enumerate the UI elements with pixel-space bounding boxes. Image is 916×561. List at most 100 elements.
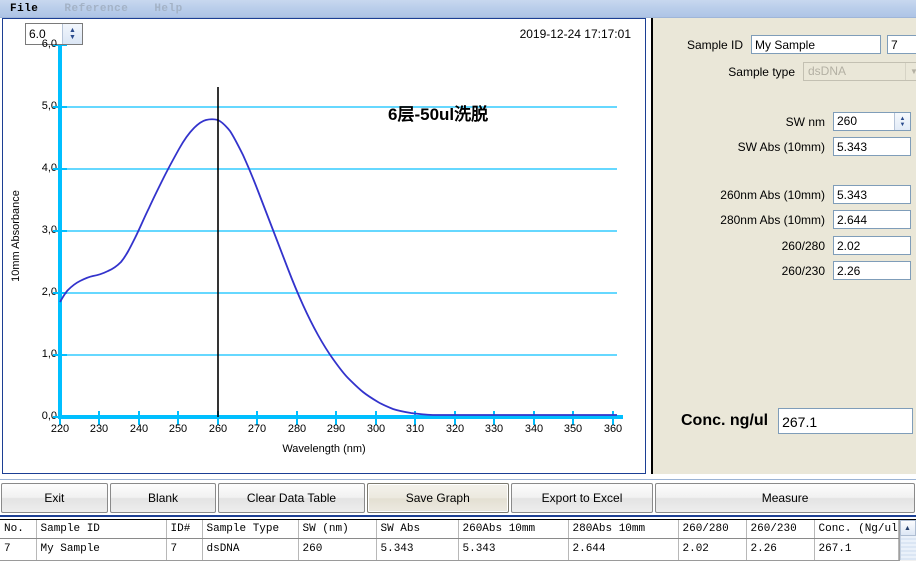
concentration-value[interactable]: 267.1 [778,408,914,434]
table-header-row: No. Sample ID ID# Sample Type SW (nm) SW… [0,520,899,539]
col-header-sw-nm[interactable]: SW (nm) [298,520,377,539]
cell-260abs: 5.343 [458,538,569,561]
x-tick-310: 310 [405,423,425,435]
sample-type-select[interactable]: dsDNA ▼ [803,62,916,81]
x-tick-250: 250 [168,423,188,435]
export-to-excel-button[interactable]: Export to Excel [510,482,654,513]
ratio-260-230-row: 260/230 2.26 [665,261,911,280]
col-header-conc[interactable]: Conc. (Ng/ul) [814,520,899,539]
spectrum-plot-svg [53,45,623,425]
spinner-up-icon[interactable]: ▲ [69,27,76,34]
results-data-table: No. Sample ID ID# Sample Type SW (nm) SW… [0,519,916,561]
x-axis-label: Wavelength (nm) [282,443,366,455]
y-scale-spinner-buttons[interactable]: ▲ ▼ [62,24,82,44]
x-tick-240: 240 [129,423,149,435]
cell-sw-abs: 5.343 [376,538,459,561]
sample-id-row: Sample ID My Sample 7 [665,35,916,54]
cell-sample-id: My Sample [36,538,167,561]
cell-sample-type: dsDNA [202,538,299,561]
y-axis-label: 10mm Absorbance [10,190,22,282]
sw-nm-value: 260 [837,114,858,128]
exit-button[interactable]: Exit [1,482,108,513]
action-button-bar: Exit Blank Clear Data Table Save Graph E… [0,479,916,517]
main-content-area: ▲ ▼ 2019-12-24 17:17:01 6,0 5,0 4,0 3,0 … [0,18,916,477]
cell-conc: 267.1 [814,538,899,561]
x-tick-360: 360 [603,423,623,435]
x-axis-tick-labels: 220 230 240 250 260 270 280 290 300 310 … [51,423,622,439]
cell-260-280: 2.02 [678,538,747,561]
spinner-down-icon[interactable]: ▼ [69,34,76,41]
sample-type-label: Sample type [728,64,795,79]
sample-results-panel: Sample ID My Sample 7 Sample type dsDNA … [651,18,916,474]
abs260-row: 260nm Abs (10mm) 5.343 [665,185,911,204]
save-graph-button[interactable]: Save Graph [366,482,509,513]
col-header-sw-abs[interactable]: SW Abs [376,520,459,539]
chevron-down-icon[interactable]: ▼ [905,63,916,80]
x-tick-300: 300 [366,423,386,435]
col-header-280abs[interactable]: 280Abs 10mm [568,520,679,539]
ratio-260-230-value[interactable]: 2.26 [833,261,911,280]
concentration-row: Conc. ng/ul 267.1 [681,408,914,434]
x-tick-260: 260 [208,423,228,435]
ratio-260-280-value[interactable]: 2.02 [833,236,911,255]
measurement-timestamp: 2019-12-24 17:17:01 [519,27,631,41]
menu-bar: File Reference Help [0,0,916,18]
sample-type-value: dsDNA [808,64,847,78]
sw-nm-spinner-buttons[interactable]: ▲ ▼ [894,113,910,130]
sample-type-row: Sample type dsDNA ▼ [665,62,916,81]
sw-nm-row: SW nm 260 ▲ ▼ [665,112,911,131]
x-tick-320: 320 [445,423,465,435]
scrollbar-thumb[interactable] [899,536,916,560]
x-tick-230: 230 [89,423,109,435]
ratio-260-230-label: 260/230 [781,263,825,278]
abs280-row: 280nm Abs (10mm) 2.644 [665,210,911,229]
sw-abs-value[interactable]: 5.343 [833,137,911,156]
col-header-id-num[interactable]: ID# [166,520,203,539]
scroll-up-icon[interactable]: ▲ [899,520,916,536]
col-header-no[interactable]: No. [0,520,37,539]
cell-sw-nm: 260 [298,538,377,561]
abs280-label: 280nm Abs (10mm) [720,212,825,227]
abs260-value[interactable]: 5.343 [833,185,911,204]
ratio-260-280-label: 260/280 [781,238,825,253]
col-header-260-230[interactable]: 260/230 [746,520,815,539]
blank-button[interactable]: Blank [109,482,217,513]
col-header-sample-type[interactable]: Sample Type [202,520,299,539]
x-tick-340: 340 [524,423,544,435]
clear-data-table-button[interactable]: Clear Data Table [218,482,365,513]
cell-260-230: 2.26 [746,538,815,561]
absorbance-curve [59,118,617,416]
cell-280abs: 2.644 [568,538,679,561]
plot-area: 6,0 5,0 4,0 3,0 2,0 1,0 0,0 6层-50ul洗脱 10… [3,38,645,473]
chart-title: 6层-50ul洗脱 [388,105,489,124]
measure-button[interactable]: Measure [655,482,915,513]
sw-abs-label: SW Abs (10mm) [737,139,825,154]
abs280-value[interactable]: 2.644 [833,210,911,229]
concentration-label: Conc. ng/ul [681,412,769,429]
table-vertical-scrollbar[interactable]: ▲ [898,520,916,561]
spinner-down-icon[interactable]: ▼ [900,122,906,128]
grid-lines [59,106,617,356]
menu-item-file[interactable]: File [10,3,38,15]
x-tick-220: 220 [50,423,70,435]
cell-id-num: 7 [166,538,203,561]
sample-id-label: Sample ID [686,37,743,52]
col-header-sample-id[interactable]: Sample ID [36,520,167,539]
col-header-260abs[interactable]: 260Abs 10mm [458,520,569,539]
col-header-260-280[interactable]: 260/280 [678,520,747,539]
sample-id-input[interactable]: My Sample [751,35,881,54]
sw-nm-spinner[interactable]: 260 ▲ ▼ [833,112,911,131]
ratio-260-280-row: 260/280 2.02 [665,236,911,255]
x-tick-270: 270 [247,423,267,435]
cell-no: 7 [0,538,37,561]
abs260-label: 260nm Abs (10mm) [720,187,825,202]
menu-item-reference[interactable]: Reference [64,3,128,15]
menu-item-help[interactable]: Help [154,3,182,15]
sample-number-input[interactable]: 7 [887,35,916,54]
table-row[interactable]: 7 My Sample 7 dsDNA 260 5.343 5.343 2.64… [0,538,899,561]
application-window: File Reference Help ▲ ▼ 2019-12-24 17:17… [0,0,916,561]
x-tick-350: 350 [563,423,583,435]
x-tick-290: 290 [326,423,346,435]
x-tick-280: 280 [287,423,307,435]
sw-abs-row: SW Abs (10mm) 5.343 [665,137,911,156]
